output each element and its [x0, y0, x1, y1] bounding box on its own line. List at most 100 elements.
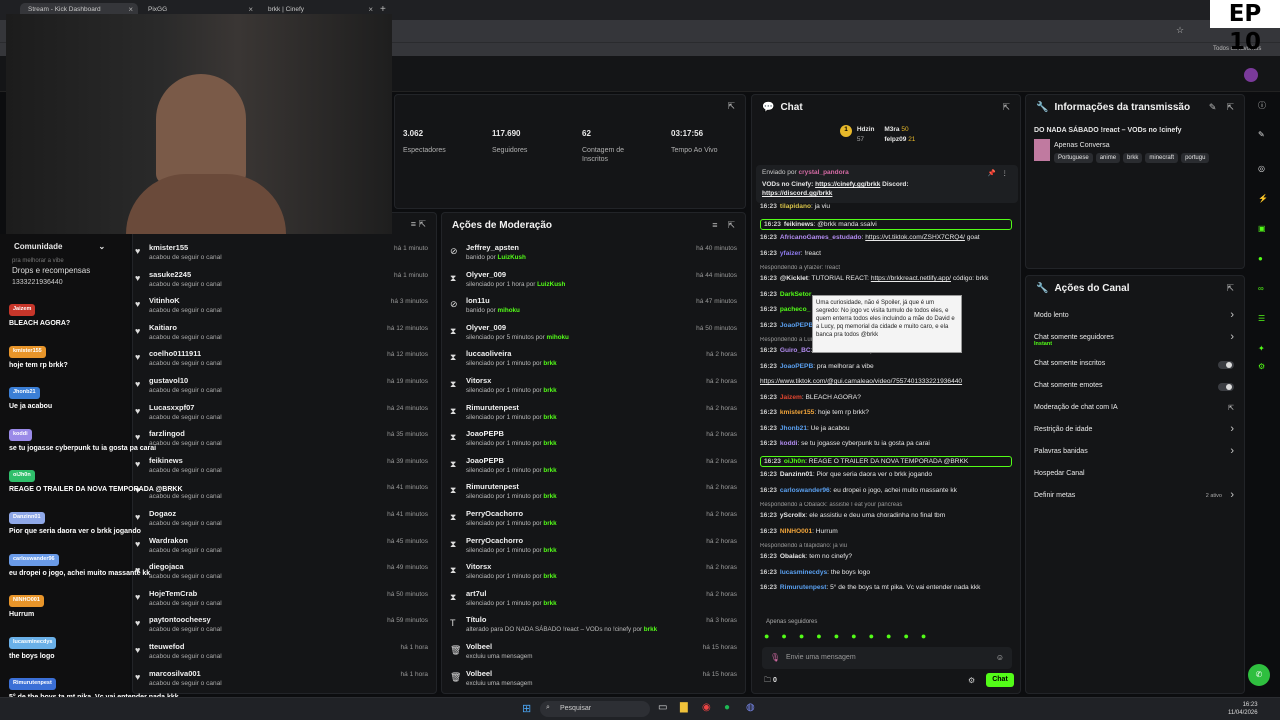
info-icon[interactable]: ⓘ [1258, 100, 1266, 111]
expand-icon[interactable]: ⇱ [1226, 283, 1234, 294]
moderated-user[interactable]: Volbeel [466, 669, 492, 678]
follower-name[interactable]: paytontoocheesy [149, 615, 211, 624]
more-icon[interactable]: ⋮ [1002, 169, 1009, 177]
follower-name[interactable]: Dogaoz [149, 509, 176, 518]
channel-action-7[interactable]: Hospedar Canal [1034, 470, 1234, 484]
moderated-user[interactable]: Rimurutenpest [466, 403, 519, 412]
moderated-user[interactable]: JoaoPEPB [466, 456, 504, 465]
moderated-user[interactable]: Jeffrey_apsten [466, 243, 519, 252]
moderated-user[interactable]: Olyver_009 [466, 323, 506, 332]
chevron-right-icon[interactable]: › [1230, 423, 1234, 435]
star-icon[interactable]: ☆ [1176, 25, 1184, 36]
moderated-user[interactable]: Título [466, 615, 486, 624]
channel-action-6[interactable]: Palavras banidas › [1034, 445, 1234, 462]
follower-name[interactable]: feikinews [149, 456, 183, 465]
chat-username[interactable]: Danzinn01 [780, 471, 813, 478]
chat-username[interactable]: Obalack [780, 553, 806, 560]
follower-name[interactable]: VitinhoK [149, 296, 180, 305]
chat-username[interactable]: yfaizer [780, 250, 801, 257]
tag-chip[interactable]: portugu [1181, 153, 1210, 163]
moderated-user[interactable]: Olyver_009 [466, 270, 506, 279]
moderated-user[interactable]: art7ul [466, 589, 486, 598]
toggle-switch[interactable] [1218, 383, 1234, 391]
chat-username[interactable]: Jaizem [780, 394, 802, 401]
follower-name[interactable]: farzlingod [149, 429, 185, 438]
expand-icon[interactable]: ⇱ [1226, 102, 1234, 113]
tag-chip[interactable]: Portuguese [1054, 153, 1093, 163]
chat-username[interactable]: kmister155 [780, 409, 814, 416]
external-link-icon[interactable]: ⇱ [1228, 404, 1234, 412]
chat-username[interactable]: oiJh0n [784, 458, 805, 465]
pin-icon[interactable]: 📌 [988, 169, 996, 177]
help-chat-icon[interactable]: ✆ [1248, 664, 1270, 686]
tag-chip[interactable]: anime [1095, 153, 1121, 163]
chat-username[interactable]: carloswander96 [780, 487, 830, 494]
chrome-icon[interactable]: ◉ [702, 702, 711, 713]
chat-username[interactable]: AfricanoGames_estudado [780, 234, 862, 241]
moderated-user[interactable]: Volbeel [466, 642, 492, 651]
chat-username[interactable]: lucasminecdys [780, 569, 827, 576]
filter-icon[interactable]: ≡ [712, 220, 717, 231]
follower-name[interactable]: sasuke2245 [149, 270, 191, 279]
settings-icon[interactable]: ⚙ [968, 676, 975, 685]
chat-username[interactable]: Guiro_BC [780, 347, 811, 354]
camera-icon[interactable]: ◎ [1258, 164, 1265, 173]
share-icon[interactable]: ⚙ [1258, 362, 1265, 371]
discord-icon[interactable]: ◍ [746, 702, 755, 713]
bolt-icon[interactable]: ⚡ [1258, 194, 1268, 203]
message-link[interactable]: https://www.tiktok.com/@gui.camaleao/vid… [760, 378, 962, 385]
channel-action-1[interactable]: Chat somente seguidores Instant › [1034, 331, 1234, 348]
toggle-switch[interactable] [1218, 361, 1234, 369]
chat-username[interactable]: JoaoPEPB [780, 363, 813, 370]
chat-username[interactable]: DarkSetor [780, 291, 812, 298]
expand-icon[interactable]: ⇱ [1002, 102, 1010, 113]
chat-username[interactable]: @Kicklet [780, 275, 808, 282]
follower-name[interactable]: Wardrakon [149, 536, 188, 545]
chat-username[interactable]: Jhonb21 [780, 425, 807, 432]
moderated-user[interactable]: Vitorsx [466, 376, 491, 385]
chevron-right-icon[interactable]: › [1230, 331, 1234, 343]
follower-name[interactable]: coelho0111911 [149, 349, 201, 358]
send-chat-button[interactable]: Chat [986, 673, 1014, 687]
close-icon[interactable]: × [128, 5, 133, 14]
channel-action-2[interactable]: Chat somente inscritos [1034, 360, 1234, 374]
moderated-user[interactable]: Rimurutenpest [466, 482, 519, 491]
folder-icon[interactable]: ▇ [680, 702, 688, 713]
mic-icon[interactable]: 🎙 [770, 653, 780, 662]
moderated-user[interactable]: luccaoliveira [466, 349, 511, 358]
pinned-link[interactable]: https://discord.gg/brkk [762, 190, 832, 197]
chat-username[interactable]: tilapidano [780, 203, 811, 210]
channel-action-5[interactable]: Restrição de idade › [1034, 423, 1234, 440]
moderated-user[interactable]: JoaoPEPB [466, 429, 504, 438]
follower-name[interactable]: tteuwefod [149, 642, 184, 651]
message-link[interactable]: https://vt.tiktok.com/ZSHX7CRQ4/ [865, 234, 965, 241]
tag-chip[interactable]: minecraft [1145, 153, 1179, 163]
chevron-right-icon[interactable]: › [1230, 309, 1234, 321]
chat-username[interactable]: yScrollx [780, 512, 806, 519]
taskview-icon[interactable]: ▭ [658, 702, 667, 713]
chat-username[interactable]: pacheco_ [780, 306, 810, 313]
moderated-user[interactable]: lon11u [466, 296, 490, 305]
tag-chip[interactable]: brkk [1123, 153, 1143, 163]
close-icon[interactable]: × [248, 5, 253, 14]
chevron-right-icon[interactable]: › [1230, 445, 1234, 457]
filter-icon[interactable]: ≡ ⇱ [411, 219, 426, 230]
copy-icon[interactable]: ▣ [1258, 224, 1266, 233]
follower-name[interactable]: HojeTemCrab [149, 589, 197, 598]
edit-icon[interactable]: ✎ [1209, 102, 1217, 113]
chat-username[interactable]: JoaoPEPB [780, 322, 813, 329]
emoji-icon[interactable]: ☺ [996, 653, 1004, 662]
follower-name[interactable]: marcosilva001 [149, 669, 201, 678]
windows-icon[interactable]: ⊞ [522, 702, 531, 715]
list-icon[interactable]: ☰ [1258, 314, 1265, 323]
chat-input[interactable]: 🎙 Envie uma mensagem ☺ [762, 647, 1012, 669]
emote-bar[interactable]: ●●●●●●●●●● [764, 631, 1014, 643]
edit-icon[interactable]: ✎ [1258, 130, 1265, 139]
spotify-icon[interactable]: ● [724, 702, 730, 713]
moderated-user[interactable]: PerryOcachorro [466, 536, 523, 545]
follower-name[interactable]: diegojaca [149, 562, 184, 571]
chat-username[interactable]: koddi [780, 440, 798, 447]
chat-username[interactable]: NINHO001 [780, 528, 812, 535]
chat-username[interactable]: Rimurutenpest [780, 584, 827, 591]
chevron-right-icon[interactable]: › [1230, 489, 1234, 501]
